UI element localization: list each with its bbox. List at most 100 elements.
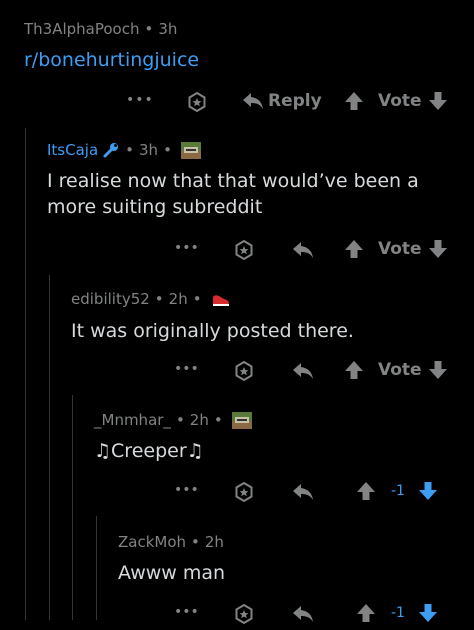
separator: •: [175, 411, 185, 429]
reply-arrow-icon: [293, 363, 313, 379]
separator: •: [192, 290, 202, 308]
more-button[interactable]: •••: [174, 604, 199, 620]
comment-body: Awww man: [118, 560, 225, 586]
more-button[interactable]: •••: [174, 240, 199, 256]
reply-button[interactable]: [292, 604, 314, 624]
upvote-button[interactable]: [356, 481, 376, 501]
separator: •: [154, 290, 164, 308]
author-name[interactable]: Th3AlphaPooch: [24, 20, 139, 38]
reply-button[interactable]: [292, 240, 314, 260]
score-label: -1: [391, 605, 405, 621]
reply-arrow-icon: [293, 484, 313, 500]
comment-meta: ItsCaja • 3h •: [47, 141, 419, 159]
thread-line-2[interactable]: [49, 275, 50, 620]
score-label: -1: [391, 483, 405, 499]
comment-body-line: more suiting subreddit: [47, 196, 263, 218]
reply-arrow-icon: [293, 606, 313, 622]
comment-body-text: ♫Creeper♫: [94, 440, 204, 462]
comment-body-line: I realise now that that would’ve been a: [47, 170, 419, 192]
vote-label: Vote: [378, 360, 422, 380]
downvote-button[interactable]: [428, 239, 448, 259]
downvote-icon: [429, 361, 447, 379]
comment-zackmoh: ZackMoh • 2h Awww man: [118, 533, 225, 586]
creeper-flair-icon: [180, 141, 201, 159]
more-icon: •••: [174, 361, 199, 377]
separator: •: [191, 533, 200, 551]
creeper-flair-icon: [231, 411, 252, 429]
comment-th3alphapooch: Th3AlphaPooch • 3h r/bonehurtingjuice: [24, 20, 199, 73]
reply-label: Reply: [268, 91, 322, 111]
action-bar: ••• Vote: [0, 357, 474, 387]
reply-arrow-icon: [243, 93, 263, 109]
score-text: -1: [391, 605, 405, 621]
author-name[interactable]: edibility52: [71, 290, 150, 308]
timestamp: 2h: [204, 533, 224, 551]
timestamp: 2h: [168, 290, 188, 308]
comment-edibility52: edibility52 • 2h • It was originally pos…: [71, 290, 354, 344]
downvote-button[interactable]: [428, 91, 448, 111]
downvote-button[interactable]: [428, 360, 448, 380]
award-button[interactable]: [233, 239, 255, 261]
downvote-icon: [429, 240, 447, 258]
upvote-icon: [357, 604, 375, 622]
vote-text: Vote: [378, 239, 422, 259]
comment-meta: Th3AlphaPooch • 3h: [24, 20, 199, 38]
comment-meta: _Mnmhar_ • 2h •: [94, 411, 252, 429]
author-name[interactable]: ItsCaja: [47, 141, 98, 159]
separator: •: [213, 411, 223, 429]
comment-body: ♫Creeper♫: [94, 438, 252, 464]
author-name[interactable]: ZackMoh: [118, 533, 186, 551]
comment-meta: ZackMoh • 2h: [118, 533, 225, 551]
action-bar: ••• -1: [0, 600, 474, 630]
downvote-icon: [419, 604, 437, 622]
more-icon: •••: [126, 92, 154, 108]
comment-body: I realise now that that would’ve been a …: [47, 168, 419, 220]
reply-button[interactable]: Reply: [242, 91, 322, 111]
comment-meta: edibility52 • 2h •: [71, 290, 354, 308]
more-button[interactable]: •••: [174, 361, 199, 377]
reply-button[interactable]: [292, 482, 314, 502]
action-bar: ••• Reply Vote: [0, 88, 474, 118]
separator: •: [125, 141, 135, 159]
more-button[interactable]: •••: [174, 482, 199, 498]
upvote-icon: [345, 361, 363, 379]
upvote-button[interactable]: [356, 603, 376, 623]
reply-arrow-icon: [293, 242, 313, 258]
more-icon: •••: [174, 482, 199, 498]
upvote-button[interactable]: [344, 91, 364, 111]
award-icon: [188, 91, 206, 113]
score-text: -1: [391, 483, 405, 499]
vote-text: Vote: [378, 91, 422, 111]
vote-label: Vote: [378, 239, 422, 259]
comment-body-text: It was originally posted there.: [71, 320, 354, 342]
award-icon: [235, 360, 253, 382]
separator: •: [144, 20, 154, 38]
upvote-button[interactable]: [344, 239, 364, 259]
upvote-button[interactable]: [344, 360, 364, 380]
award-icon: [235, 603, 253, 625]
upvote-icon: [345, 92, 363, 110]
upvote-icon: [345, 240, 363, 258]
downvote-button[interactable]: [418, 603, 438, 623]
comment-itscaja: ItsCaja • 3h • I realise now that that w…: [47, 141, 419, 220]
award-icon: [235, 239, 253, 261]
timestamp: 3h: [139, 141, 159, 159]
downvote-button[interactable]: [418, 481, 438, 501]
award-button[interactable]: [233, 360, 255, 382]
more-button[interactable]: •••: [126, 92, 154, 108]
downvote-icon: [429, 92, 447, 110]
award-button[interactable]: [233, 481, 255, 503]
comment-body[interactable]: r/bonehurtingjuice: [24, 47, 199, 73]
subreddit-link[interactable]: r/bonehurtingjuice: [24, 49, 199, 71]
action-bar: ••• -1: [0, 478, 474, 508]
award-button[interactable]: [186, 91, 208, 113]
vote-label: Vote: [378, 91, 422, 111]
vote-text: Vote: [378, 360, 422, 380]
comment-body: It was originally posted there.: [71, 318, 354, 344]
action-bar: ••• Vote: [0, 236, 474, 266]
award-button[interactable]: [233, 603, 255, 625]
shoe-flair-icon: [212, 294, 229, 306]
timestamp: 3h: [158, 20, 178, 38]
author-name[interactable]: _Mnmhar_: [94, 411, 171, 429]
reply-button[interactable]: [292, 361, 314, 381]
